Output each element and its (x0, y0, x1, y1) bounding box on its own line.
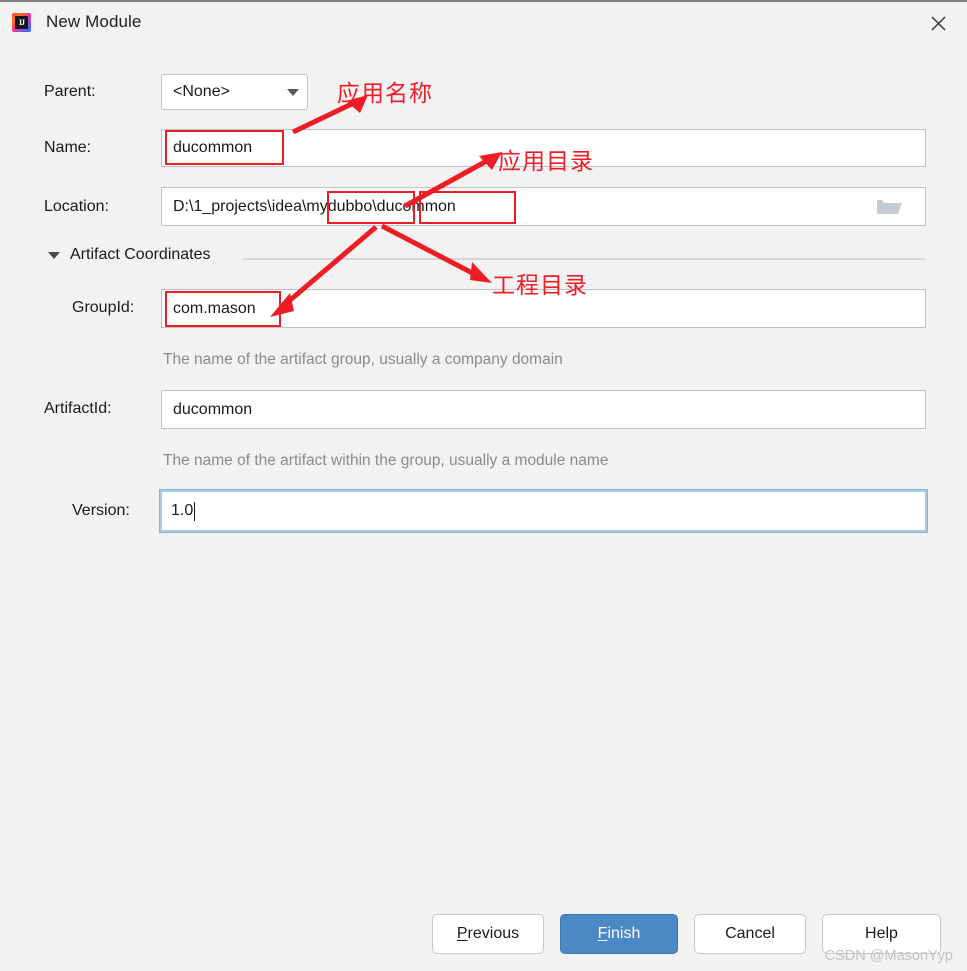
annotation-label-project-directory: 工程目录 (492, 273, 588, 299)
app-icon-letters: IJ (15, 16, 28, 29)
parent-select[interactable]: <None> (161, 74, 308, 110)
group-id-input-value: com.mason (173, 299, 256, 317)
artifact-id-input-value: ducommon (173, 400, 253, 418)
chevron-down-icon (279, 88, 307, 96)
intellij-idea-icon: IJ (12, 13, 31, 32)
watermark: CSDN @MasonYyp (824, 948, 953, 964)
finish-button-mnemonic: F (597, 925, 608, 942)
annotation-label-application-directory: 应用目录 (498, 149, 594, 175)
close-button[interactable] (909, 4, 967, 43)
new-module-form: Parent: <None> Name: ducommon Location: … (0, 41, 967, 901)
finish-button-label: inish (607, 925, 641, 942)
triangle-down-icon (48, 251, 60, 259)
name-label: Name: (44, 139, 92, 156)
annotation-label-application-name: 应用名称 (337, 81, 433, 107)
location-input-value: D:\1_projects\idea\mydubbo\ducommon (173, 197, 456, 215)
close-icon (931, 16, 945, 31)
group-id-hint: The name of the artifact group, usually … (163, 351, 563, 368)
text-caret (194, 501, 196, 521)
section-divider (243, 258, 925, 260)
previous-button-mnemonic: P (456, 925, 468, 942)
artifact-coordinates-label: Artifact Coordinates (70, 246, 211, 263)
previous-button[interactable]: Previous (432, 914, 544, 954)
version-input-value: 1.0 (171, 502, 194, 519)
dialog-button-bar: Previous Finish Cancel Help CSDN @MasonY… (0, 908, 967, 971)
parent-label: Parent: (44, 83, 96, 100)
parent-select-value: <None> (173, 83, 230, 100)
artifact-id-label: ArtifactId: (44, 400, 112, 417)
artifact-coordinates-section-toggle[interactable]: Artifact Coordinates (48, 246, 211, 264)
location-input[interactable]: D:\1_projects\idea\mydubbo\ducommon (161, 187, 926, 226)
name-input-value: ducommon (173, 139, 253, 156)
version-label: Version: (72, 502, 130, 519)
version-input[interactable]: 1.0 (159, 489, 928, 533)
location-label: Location: (44, 198, 109, 215)
artifact-id-input[interactable]: ducommon (161, 390, 926, 429)
title-bar: IJ New Module (0, 0, 967, 41)
group-id-label: GroupId: (72, 299, 135, 316)
previous-button-label: revious (467, 925, 520, 942)
window-title: New Module (46, 12, 142, 31)
cancel-button[interactable]: Cancel (694, 914, 806, 954)
finish-button[interactable]: Finish (560, 914, 678, 954)
folder-icon (876, 200, 902, 214)
browse-location-button[interactable] (869, 190, 909, 224)
artifact-id-hint: The name of the artifact within the grou… (163, 452, 609, 469)
